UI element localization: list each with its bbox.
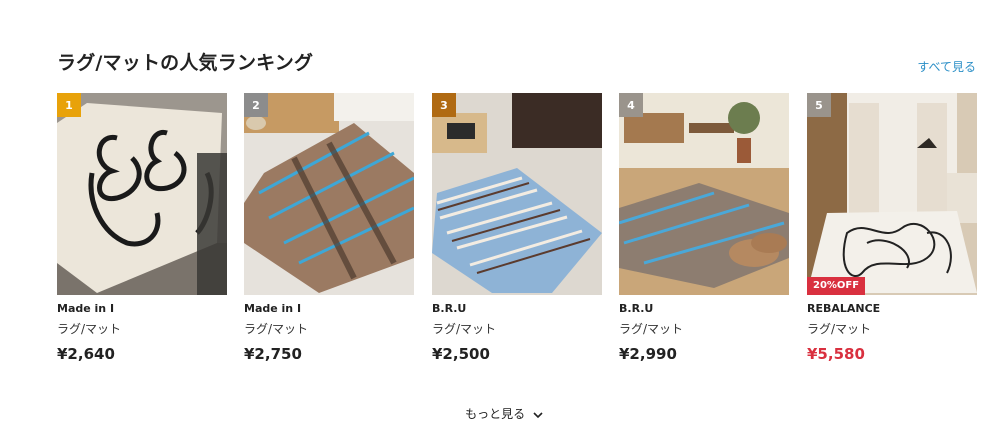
- product-category: ラグ/マット: [619, 322, 684, 336]
- section-header: ラグ/マットの人気ランキング すべて見る: [57, 48, 976, 78]
- product-brand: B.R.U: [619, 302, 654, 315]
- rank-badge: 1: [57, 93, 81, 117]
- product-category: ラグ/マット: [807, 322, 872, 336]
- product-price: ¥2,990: [619, 345, 677, 363]
- rank-badge: 3: [432, 93, 456, 117]
- product-brand: Made in I: [244, 302, 302, 315]
- product-card[interactable]: 5 20%OFF REBALANCE ラグ/マット ¥5,580: [807, 93, 977, 363]
- product-image[interactable]: 5 20%OFF: [807, 93, 977, 295]
- product-price: ¥5,580: [807, 345, 865, 363]
- product-image[interactable]: 4: [619, 93, 789, 295]
- rank-badge: 5: [807, 93, 831, 117]
- product-price: ¥2,640: [57, 345, 115, 363]
- show-more-label: もっと見る: [465, 407, 526, 421]
- product-card[interactable]: 4 B.R.U ラグ/マット ¥2,990: [619, 93, 789, 363]
- product-image[interactable]: 3: [432, 93, 602, 295]
- show-more-button[interactable]: もっと見る: [0, 405, 1008, 422]
- product-brand: REBALANCE: [807, 302, 881, 315]
- product-category: ラグ/マット: [432, 322, 497, 336]
- rank-badge: 2: [244, 93, 268, 117]
- section-title: ラグ/マットの人気ランキング: [57, 52, 314, 74]
- rank-badge: 4: [619, 93, 643, 117]
- product-card[interactable]: 2 Made in I ラグ/マット ¥2,750: [244, 93, 414, 363]
- product-price: ¥2,500: [432, 345, 490, 363]
- product-category: ラグ/マット: [57, 322, 122, 336]
- product-image[interactable]: 2: [244, 93, 414, 295]
- discount-badge: 20%OFF: [807, 277, 866, 295]
- product-brand: Made in I: [57, 302, 115, 315]
- see-all-link[interactable]: すべて見る: [917, 58, 976, 75]
- product-card[interactable]: 1 Made in I ラグ/マット ¥2,640: [57, 93, 227, 363]
- product-card[interactable]: 3 B.R.U ラグ/マット ¥2,500: [432, 93, 602, 363]
- product-brand: B.R.U: [432, 302, 467, 315]
- product-image[interactable]: 1: [57, 93, 227, 295]
- product-category: ラグ/マット: [244, 322, 309, 336]
- product-price: ¥2,750: [244, 345, 302, 363]
- chevron-down-icon: [533, 408, 543, 422]
